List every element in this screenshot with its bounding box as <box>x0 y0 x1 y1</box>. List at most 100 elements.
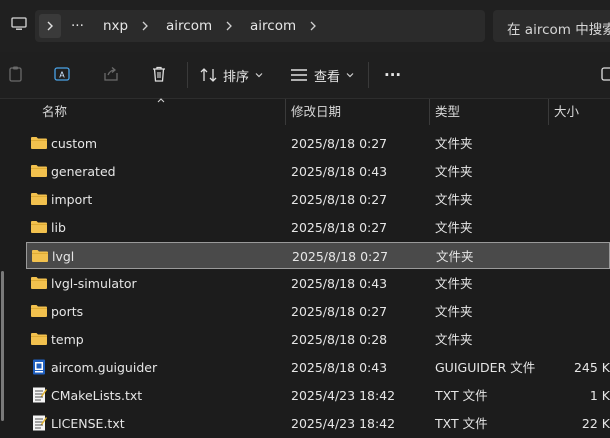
file-modified: 2025/4/23 18:42 <box>291 416 396 431</box>
guiguider-file-icon <box>30 359 48 375</box>
folder-icon <box>30 163 48 179</box>
file-row[interactable]: generated 2025/8/18 0:43 文件夹 <box>26 158 610 185</box>
chevron-right-icon <box>47 21 53 31</box>
column-divider[interactable] <box>548 99 549 125</box>
address-bar-row: ··· nxp aircom aircom 在 aircom 中搜索 <box>0 0 610 52</box>
file-row[interactable]: temp 2025/8/18 0:28 文件夹 <box>26 326 610 353</box>
text-file-icon <box>30 415 48 431</box>
file-name: ports <box>51 304 84 319</box>
this-pc-icon[interactable] <box>11 16 27 32</box>
folder-icon <box>31 248 49 264</box>
column-header-name[interactable]: 名称 <box>42 99 67 125</box>
file-row-selected[interactable]: lvgl 2025/8/18 0:27 文件夹 <box>26 242 610 269</box>
file-modified: 2025/8/18 0:27 <box>291 136 388 151</box>
toolbar-separator <box>187 62 188 88</box>
file-type: 文件夹 <box>435 192 473 207</box>
folder-icon <box>30 331 48 347</box>
folder-icon <box>30 303 48 319</box>
file-name: generated <box>51 164 116 179</box>
file-modified: 2025/8/18 0:43 <box>291 360 388 375</box>
file-modified: 2025/8/18 0:43 <box>291 276 388 291</box>
file-row[interactable]: import 2025/8/18 0:27 文件夹 <box>26 186 610 213</box>
breadcrumb-item-current[interactable]: aircom <box>250 10 296 42</box>
sort-ascending-icon <box>157 98 165 103</box>
file-row[interactable]: LICENSE.txt 2025/4/23 18:42 TXT 文件 22 K <box>26 410 610 437</box>
file-name: LICENSE.txt <box>51 416 125 431</box>
file-type: 文件夹 <box>435 164 473 179</box>
file-name: lib <box>51 220 66 235</box>
file-type: TXT 文件 <box>435 416 488 431</box>
file-name: custom <box>51 136 98 151</box>
chevron-right-icon[interactable] <box>224 21 234 31</box>
vertical-scrollbar[interactable] <box>0 125 6 438</box>
chevron-down-icon <box>346 73 354 78</box>
file-row[interactable]: aircom.guiguider 2025/8/18 0:43 GUIGUIDER … <box>26 354 610 381</box>
sort-label: 排序 <box>223 69 250 85</box>
file-type: TXT 文件 <box>435 388 488 403</box>
file-row[interactable]: ports 2025/8/18 0:27 文件夹 <box>26 298 610 325</box>
file-row[interactable]: CMakeLists.txt 2025/4/23 18:42 TXT 文件 1 K <box>26 382 610 409</box>
paste-icon[interactable] <box>7 65 25 83</box>
search-input[interactable]: 在 aircom 中搜索 <box>493 10 610 42</box>
file-modified: 2025/8/18 0:27 <box>291 220 388 235</box>
file-modified: 2025/4/23 18:42 <box>291 388 396 403</box>
scrollbar-thumb[interactable] <box>1 271 4 421</box>
column-divider[interactable] <box>285 99 286 125</box>
file-name: lvgl <box>52 249 75 264</box>
view-list-icon <box>291 69 307 81</box>
search-placeholder: 在 aircom 中搜索 <box>507 22 610 38</box>
breadcrumb-more-button[interactable]: ··· <box>71 10 84 42</box>
column-header-size[interactable]: 大小 <box>554 99 579 125</box>
chevron-down-icon <box>255 73 263 78</box>
chevron-right-icon[interactable] <box>308 21 318 31</box>
file-size: 245 K <box>573 360 610 375</box>
file-type: 文件夹 <box>436 249 474 264</box>
share-icon[interactable] <box>102 65 120 83</box>
file-name: temp <box>51 332 84 347</box>
details-pane-icon[interactable] <box>600 65 610 83</box>
view-button[interactable]: 查看 <box>290 52 355 98</box>
file-row[interactable]: lib 2025/8/18 0:27 文件夹 <box>26 214 610 241</box>
svg-text:A: A <box>59 71 65 80</box>
file-modified: 2025/8/18 0:27 <box>291 304 388 319</box>
breadcrumb-item[interactable]: aircom <box>166 10 212 42</box>
file-type: 文件夹 <box>435 220 473 235</box>
column-header-modified[interactable]: 修改日期 <box>291 99 341 125</box>
file-size: 1 K <box>589 388 610 403</box>
column-header: 名称 修改日期 类型 大小 <box>0 98 610 125</box>
column-divider[interactable] <box>429 99 430 125</box>
file-row[interactable]: custom 2025/8/18 0:27 文件夹 <box>26 130 610 157</box>
file-name: lvgl-simulator <box>51 276 137 291</box>
text-file-icon <box>30 387 48 403</box>
file-type: 文件夹 <box>435 136 473 151</box>
toolbar-separator <box>368 62 369 88</box>
file-name: aircom.guiguider <box>51 360 158 375</box>
file-modified: 2025/8/18 0:27 <box>291 192 388 207</box>
file-name: import <box>51 192 93 207</box>
sort-button[interactable]: 排序 <box>200 52 264 98</box>
file-name: CMakeLists.txt <box>51 388 143 403</box>
file-size: 22 K <box>581 416 610 431</box>
column-header-type[interactable]: 类型 <box>435 99 460 125</box>
command-bar: A 排序 查看 ··· <box>0 52 610 99</box>
file-modified: 2025/8/18 0:28 <box>291 332 388 347</box>
breadcrumb-expand-button[interactable] <box>39 14 61 38</box>
rename-icon[interactable]: A <box>53 65 71 83</box>
more-options-button[interactable]: ··· <box>384 52 401 98</box>
file-type: GUIGUIDER 文件 <box>435 360 536 375</box>
view-label: 查看 <box>314 69 341 85</box>
folder-icon <box>30 191 48 207</box>
delete-icon[interactable] <box>150 65 168 83</box>
folder-icon <box>30 219 48 235</box>
address-bar[interactable]: ··· nxp aircom aircom <box>35 10 485 42</box>
file-type: 文件夹 <box>435 304 473 319</box>
breadcrumb-item[interactable]: nxp <box>103 10 128 42</box>
file-type: 文件夹 <box>435 276 473 291</box>
chevron-right-icon[interactable] <box>140 21 150 31</box>
file-row[interactable]: lvgl-simulator 2025/8/18 0:43 文件夹 <box>26 270 610 297</box>
folder-icon <box>30 135 48 151</box>
file-modified: 2025/8/18 0:27 <box>292 249 389 264</box>
sort-icon <box>200 68 217 82</box>
file-modified: 2025/8/18 0:43 <box>291 164 388 179</box>
file-type: 文件夹 <box>435 332 473 347</box>
